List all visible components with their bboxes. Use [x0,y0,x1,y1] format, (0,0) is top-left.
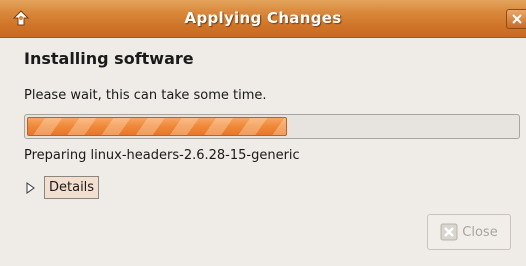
progress-bar-fill [27,117,287,136]
close-icon [440,223,458,241]
close-button-label: Close [462,224,498,240]
details-label[interactable]: Details [44,175,100,199]
applying-changes-dialog: Applying Changes Installing software Ple… [0,0,526,266]
close-button[interactable]: Close [427,214,511,250]
progress-status: Preparing linux-headers-2.6.28-15-generi… [24,148,300,163]
title-close-button[interactable] [506,9,526,29]
progress-bar [24,114,520,139]
window-title: Applying Changes [184,9,342,27]
details-expander[interactable]: Details [24,174,100,200]
title-bar[interactable]: Applying Changes [0,0,526,38]
close-icon [512,14,522,24]
dialog-heading: Installing software [24,49,194,68]
dialog-message: Please wait, this can take some time. [24,88,267,103]
triangle-right-icon[interactable] [24,180,38,194]
